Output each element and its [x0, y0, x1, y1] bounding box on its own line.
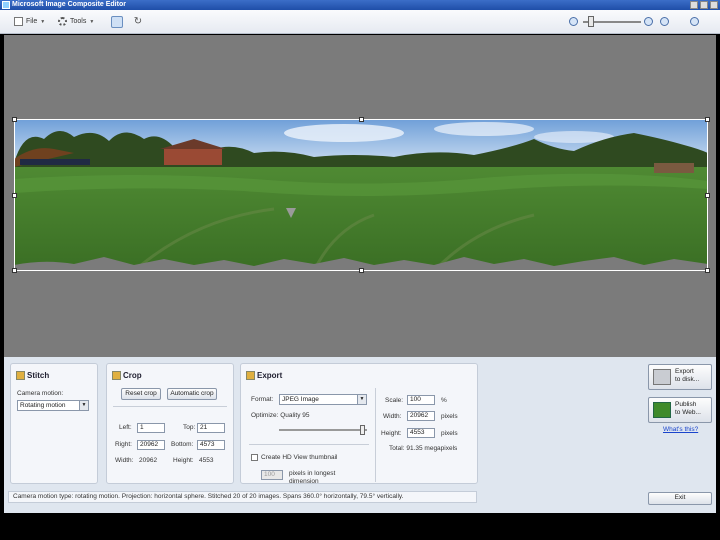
scale-label: Scale: — [385, 397, 404, 404]
divider — [249, 444, 369, 445]
thumbnail-size-input[interactable]: 100 — [261, 470, 283, 480]
export-height-unit: pixels — [441, 430, 458, 437]
quality-label: Optimize: Quality 95 — [251, 412, 310, 419]
file-menu-label: File — [26, 18, 38, 25]
crop-top-label: Top: — [183, 424, 196, 431]
crop-handle-left[interactable] — [12, 193, 17, 198]
camera-motion-label: Camera motion: — [17, 390, 64, 397]
crop-left-input[interactable]: 1 — [137, 423, 165, 433]
export-group: Export Format: JPEG Image ▼ Optimize: Qu… — [240, 363, 478, 485]
toolbar: File ▼ Tools ▼ ↻ — [0, 10, 720, 34]
crop-top-input[interactable]: 21 — [197, 423, 225, 433]
export-to-disk-button[interactable]: Export to disk... — [648, 364, 712, 390]
chevron-down-icon: ▼ — [357, 395, 366, 404]
title-bar: Microsoft Image Composite Editor — [0, 0, 720, 10]
export-title: Export — [257, 371, 283, 380]
crop-handle-bottom-left[interactable] — [12, 268, 17, 273]
export-height-label: Height: — [381, 430, 402, 437]
chevron-down-icon: ▼ — [40, 18, 46, 25]
zoom-in-icon[interactable] — [644, 17, 653, 26]
crop-height-value: 4553 — [199, 457, 214, 464]
crop-right-input[interactable]: 20962 — [137, 440, 165, 450]
whats-this-link[interactable]: What's this? — [663, 426, 698, 433]
document-icon — [14, 17, 23, 26]
format-select[interactable]: JPEG Image ▼ — [279, 394, 367, 405]
camera-motion-select[interactable]: Rotating motion ▼ — [17, 400, 89, 411]
chevron-down-icon: ▼ — [79, 401, 88, 410]
publish-to-web-label: Publish to Web... — [675, 401, 701, 416]
exit-button[interactable]: Exit — [648, 492, 712, 505]
tools-menu-label: Tools — [70, 18, 87, 25]
help-icon[interactable] — [690, 17, 699, 26]
settings-panel: Stitch Camera motion: Rotating motion ▼ … — [4, 357, 716, 513]
format-value: JPEG Image — [282, 396, 319, 403]
app-icon — [2, 1, 10, 9]
scale-unit: % — [441, 397, 447, 404]
camera-motion-value: Rotating motion — [20, 402, 66, 409]
close-button[interactable] — [710, 1, 718, 9]
reset-crop-button[interactable]: Reset crop — [121, 388, 161, 400]
center-marker-icon[interactable] — [286, 208, 296, 218]
gear-icon — [58, 17, 67, 26]
file-menu[interactable]: File ▼ — [14, 17, 45, 26]
divider — [375, 388, 376, 482]
crop-handle-top-right[interactable] — [705, 117, 710, 122]
export-width-input[interactable]: 20962 — [407, 411, 435, 421]
automatic-crop-button[interactable]: Automatic crop — [167, 388, 217, 400]
disk-icon — [653, 369, 671, 385]
export-icon — [246, 371, 255, 380]
export-to-disk-label: Export to disk... — [675, 368, 700, 383]
crop-bottom-input[interactable]: 4573 — [197, 440, 225, 450]
crop-bottom-label: Bottom: — [171, 441, 194, 448]
fit-to-window-icon[interactable] — [660, 17, 669, 26]
hd-view-thumbnail-checkbox[interactable] — [251, 454, 258, 461]
export-width-label: Width: — [383, 413, 402, 420]
crop-handle-top[interactable] — [359, 117, 364, 122]
tools-menu[interactable]: Tools ▼ — [58, 17, 94, 26]
thumbnail-size-label: pixels in longest dimension — [289, 470, 336, 485]
export-height-input[interactable]: 4553 — [407, 428, 435, 438]
total-megapixels: Total: 91.35 megapixels — [389, 445, 458, 452]
crop-title: Crop — [123, 371, 142, 380]
crop-left-label: Left: — [119, 424, 132, 431]
stitch-title: Stitch — [27, 371, 50, 380]
crop-group: Crop Reset crop Automatic crop Left: 1 T… — [106, 363, 234, 484]
export-width-unit: pixels — [441, 413, 458, 420]
crop-right-label: Right: — [115, 441, 132, 448]
minimize-button[interactable] — [690, 1, 698, 9]
crop-icon — [112, 371, 121, 380]
divider — [113, 406, 227, 407]
quality-slider-thumb[interactable] — [359, 425, 365, 435]
crop-rectangle[interactable] — [12, 117, 710, 273]
quality-slider-track[interactable] — [279, 429, 367, 431]
zoom-out-icon[interactable] — [569, 17, 578, 26]
chevron-down-icon: ▼ — [89, 18, 95, 25]
hd-view-thumbnail-label: Create HD View thumbnail — [261, 454, 338, 461]
crop-width-label: Width: — [115, 457, 134, 464]
crop-width-value: 20962 — [139, 457, 158, 464]
photosynth-icon — [653, 402, 671, 418]
crop-height-label: Height: — [173, 457, 194, 464]
crop-handle-bottom-right[interactable] — [705, 268, 710, 273]
stitch-icon — [16, 371, 25, 380]
crop-handle-top-left[interactable] — [12, 117, 17, 122]
publish-to-web-button[interactable]: Publish to Web... — [648, 397, 712, 423]
format-label: Format: — [251, 396, 274, 403]
zoom-slider-thumb[interactable] — [588, 16, 594, 27]
window-controls — [690, 1, 718, 9]
window-title: Microsoft Image Composite Editor — [12, 1, 126, 8]
status-bar: Camera motion type: rotating motion. Pro… — [8, 491, 477, 503]
maximize-button[interactable] — [700, 1, 708, 9]
crop-handle-bottom[interactable] — [359, 268, 364, 273]
scale-input[interactable]: 100 — [407, 395, 435, 405]
crop-view-button[interactable] — [111, 16, 123, 28]
crop-handle-right[interactable] — [705, 193, 710, 198]
stitch-group: Stitch Camera motion: Rotating motion ▼ — [10, 363, 98, 484]
rotate-view-button[interactable]: ↻ — [132, 16, 144, 28]
